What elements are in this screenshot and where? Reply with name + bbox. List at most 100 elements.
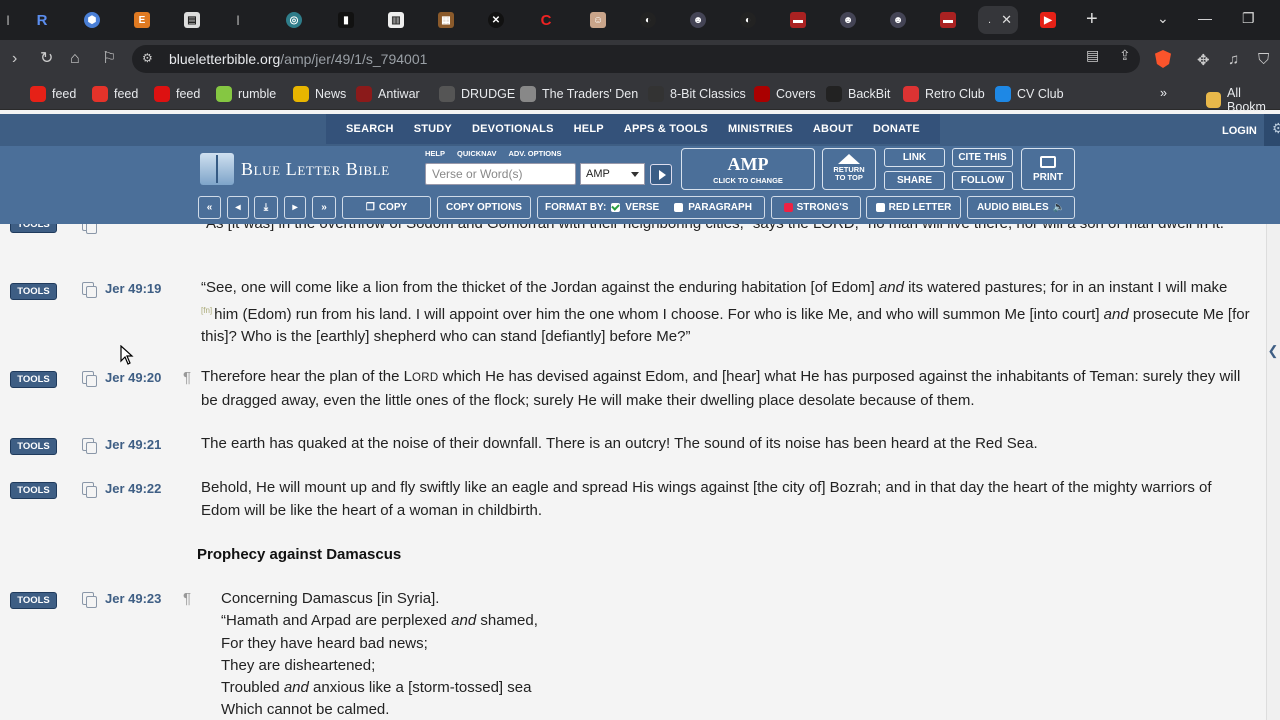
tab[interactable]: R	[34, 8, 50, 32]
tools-button[interactable]: TOOLS	[10, 371, 57, 388]
nav-study[interactable]: STUDY	[414, 123, 452, 135]
footnote-marker[interactable]: [fn]	[201, 306, 212, 315]
tools-button[interactable]: TOOLS	[10, 283, 57, 300]
brave-shield-icon[interactable]	[1155, 50, 1171, 68]
verse-reference[interactable]: Jer 49:20	[105, 370, 161, 385]
copy-verse-icon[interactable]	[82, 224, 97, 234]
bookmark-item[interactable]: BackBit	[826, 86, 890, 102]
prev-chapter-icon[interactable]: ◂	[227, 196, 249, 219]
tab[interactable]: ☻	[890, 8, 906, 32]
copy-verse-icon[interactable]	[82, 282, 97, 298]
verse-reference[interactable]: Jer 49:19	[105, 281, 161, 296]
copy-verse-icon[interactable]	[82, 482, 97, 498]
bookmark-item[interactable]: Covers	[754, 86, 816, 102]
audio-bibles-button[interactable]: AUDIO BIBLES 🔈	[967, 196, 1075, 219]
return-to-top-button[interactable]: RETURN TO TOP	[822, 148, 876, 190]
tools-button[interactable]: TOOLS	[10, 592, 57, 609]
version-select[interactable]: AMP	[580, 163, 645, 185]
bookmark-item[interactable]: feed	[92, 86, 138, 102]
verse-reference[interactable]: Jer 49:23	[105, 591, 161, 606]
bookmark-item[interactable]: DRUDGE	[439, 86, 515, 102]
cite-button[interactable]: CITE THIS	[952, 148, 1013, 167]
more-bookmarks-icon[interactable]: »	[1160, 86, 1167, 100]
vpn-icon[interactable]: ⛉	[1258, 51, 1269, 68]
bookmark-item[interactable]: rumble	[216, 86, 276, 102]
bookmark-icon[interactable]: ⚐	[102, 50, 116, 68]
copy-button[interactable]: ❐ COPY	[342, 196, 431, 219]
tab[interactable]: ⬢	[84, 8, 100, 32]
share-icon[interactable]: ⇪	[1119, 47, 1131, 64]
strongs-button[interactable]: STRONG'S	[771, 196, 861, 219]
adv-options-link[interactable]: ADV. OPTIONS	[508, 149, 561, 158]
next-chapter-icon[interactable]: ▸	[284, 196, 306, 219]
tab[interactable]: ▤	[184, 8, 200, 32]
restore-icon[interactable]: ❐	[1242, 10, 1255, 27]
home-icon[interactable]: ⌂	[70, 50, 80, 68]
extensions-icon[interactable]: ✥	[1197, 51, 1210, 69]
tab[interactable]: E	[134, 8, 150, 32]
tab[interactable]: ☻	[690, 8, 706, 32]
copy-options-button[interactable]: COPY OPTIONS	[437, 196, 531, 219]
url-field[interactable]: ⚙ blueletterbible.org/amp/jer/49/1/s_794…	[132, 45, 1140, 73]
print-button[interactable]: PRINT	[1021, 148, 1075, 190]
nav-ministries[interactable]: MINISTRIES	[728, 123, 793, 135]
paragraph-label[interactable]: PARAGRAPH	[688, 202, 752, 213]
tab[interactable]: ◐	[740, 8, 756, 32]
new-tab-icon[interactable]: +	[1086, 9, 1098, 29]
bookmark-item[interactable]: feed	[154, 86, 200, 102]
bookmark-item[interactable]: 8-Bit Classics	[648, 86, 746, 102]
login-link[interactable]: LOGIN	[1222, 125, 1257, 137]
bookmark-item[interactable]: CV Club	[995, 86, 1064, 102]
bookmark-item[interactable]: Retro Club	[903, 86, 985, 102]
share-button[interactable]: SHARE	[884, 171, 945, 190]
bookmark-item[interactable]: feed	[30, 86, 76, 102]
search-input[interactable]: Verse or Word(s)	[425, 163, 576, 185]
tab[interactable]: ▶	[1040, 8, 1056, 32]
close-tab-icon[interactable]: ✕	[1001, 12, 1012, 28]
verse-checkbox[interactable]	[611, 203, 621, 212]
tools-button[interactable]: TOOLS	[10, 482, 57, 499]
last-chapter-icon[interactable]: »	[312, 196, 336, 219]
nav-about[interactable]: ABOUT	[813, 123, 853, 135]
tab[interactable]: |	[6, 8, 10, 32]
help-link[interactable]: HELP	[425, 149, 445, 158]
nav-donate[interactable]: DONATE	[873, 123, 920, 135]
tools-button[interactable]: TOOLS	[10, 438, 57, 455]
copy-verse-icon[interactable]	[82, 438, 97, 454]
quicknav-link[interactable]: QUICKNAV	[457, 149, 496, 158]
reader-mode-icon[interactable]: ▤	[1086, 47, 1099, 64]
tab[interactable]: |	[236, 8, 240, 32]
bookmark-item[interactable]: Antiwar	[356, 86, 420, 102]
tab[interactable]: ▮	[338, 8, 354, 32]
verse-label[interactable]: VERSE	[625, 202, 659, 213]
skip-to-end-icon[interactable]: ⤓	[254, 196, 278, 219]
media-icon[interactable]: ♫	[1228, 51, 1239, 68]
minimize-icon[interactable]: —	[1198, 10, 1212, 26]
tab[interactable]: ✕	[488, 8, 504, 32]
tools-button[interactable]: TOOLS	[10, 224, 57, 233]
tab[interactable]: ☺	[590, 8, 606, 32]
tab[interactable]: ☻	[840, 8, 856, 32]
tab[interactable]: ▬	[940, 8, 956, 32]
side-panel-toggle-icon[interactable]: ❮	[1266, 338, 1280, 364]
verse-reference[interactable]: Jer 49:22	[105, 481, 161, 496]
copy-verse-icon[interactable]	[82, 592, 97, 608]
verse-reference[interactable]: Jer 49:21	[105, 437, 161, 452]
copy-verse-icon[interactable]	[82, 371, 97, 387]
active-tab[interactable]: . ✕	[978, 6, 1018, 34]
site-logo[interactable]: Blue Letter Bible	[200, 153, 390, 185]
site-info-icon[interactable]: ⚙	[142, 51, 158, 67]
scrollbar[interactable]	[1266, 224, 1280, 720]
reload-icon[interactable]: ↻	[40, 50, 53, 68]
tab[interactable]: ▥	[388, 8, 404, 32]
bookmark-item[interactable]: News	[293, 86, 346, 102]
link-button[interactable]: LINK	[884, 148, 945, 167]
all-bookmarks-folder[interactable]: All Bookm	[1206, 86, 1280, 114]
paragraph-checkbox[interactable]	[674, 203, 684, 212]
tab[interactable]: ▬	[790, 8, 806, 32]
tab[interactable]: ◎	[286, 8, 302, 32]
first-chapter-icon[interactable]: «	[198, 196, 221, 219]
forward-icon[interactable]: ›	[12, 50, 17, 68]
tab[interactable]: C	[538, 8, 554, 32]
version-change-button[interactable]: AMP CLICK TO CHANGE	[681, 148, 815, 190]
